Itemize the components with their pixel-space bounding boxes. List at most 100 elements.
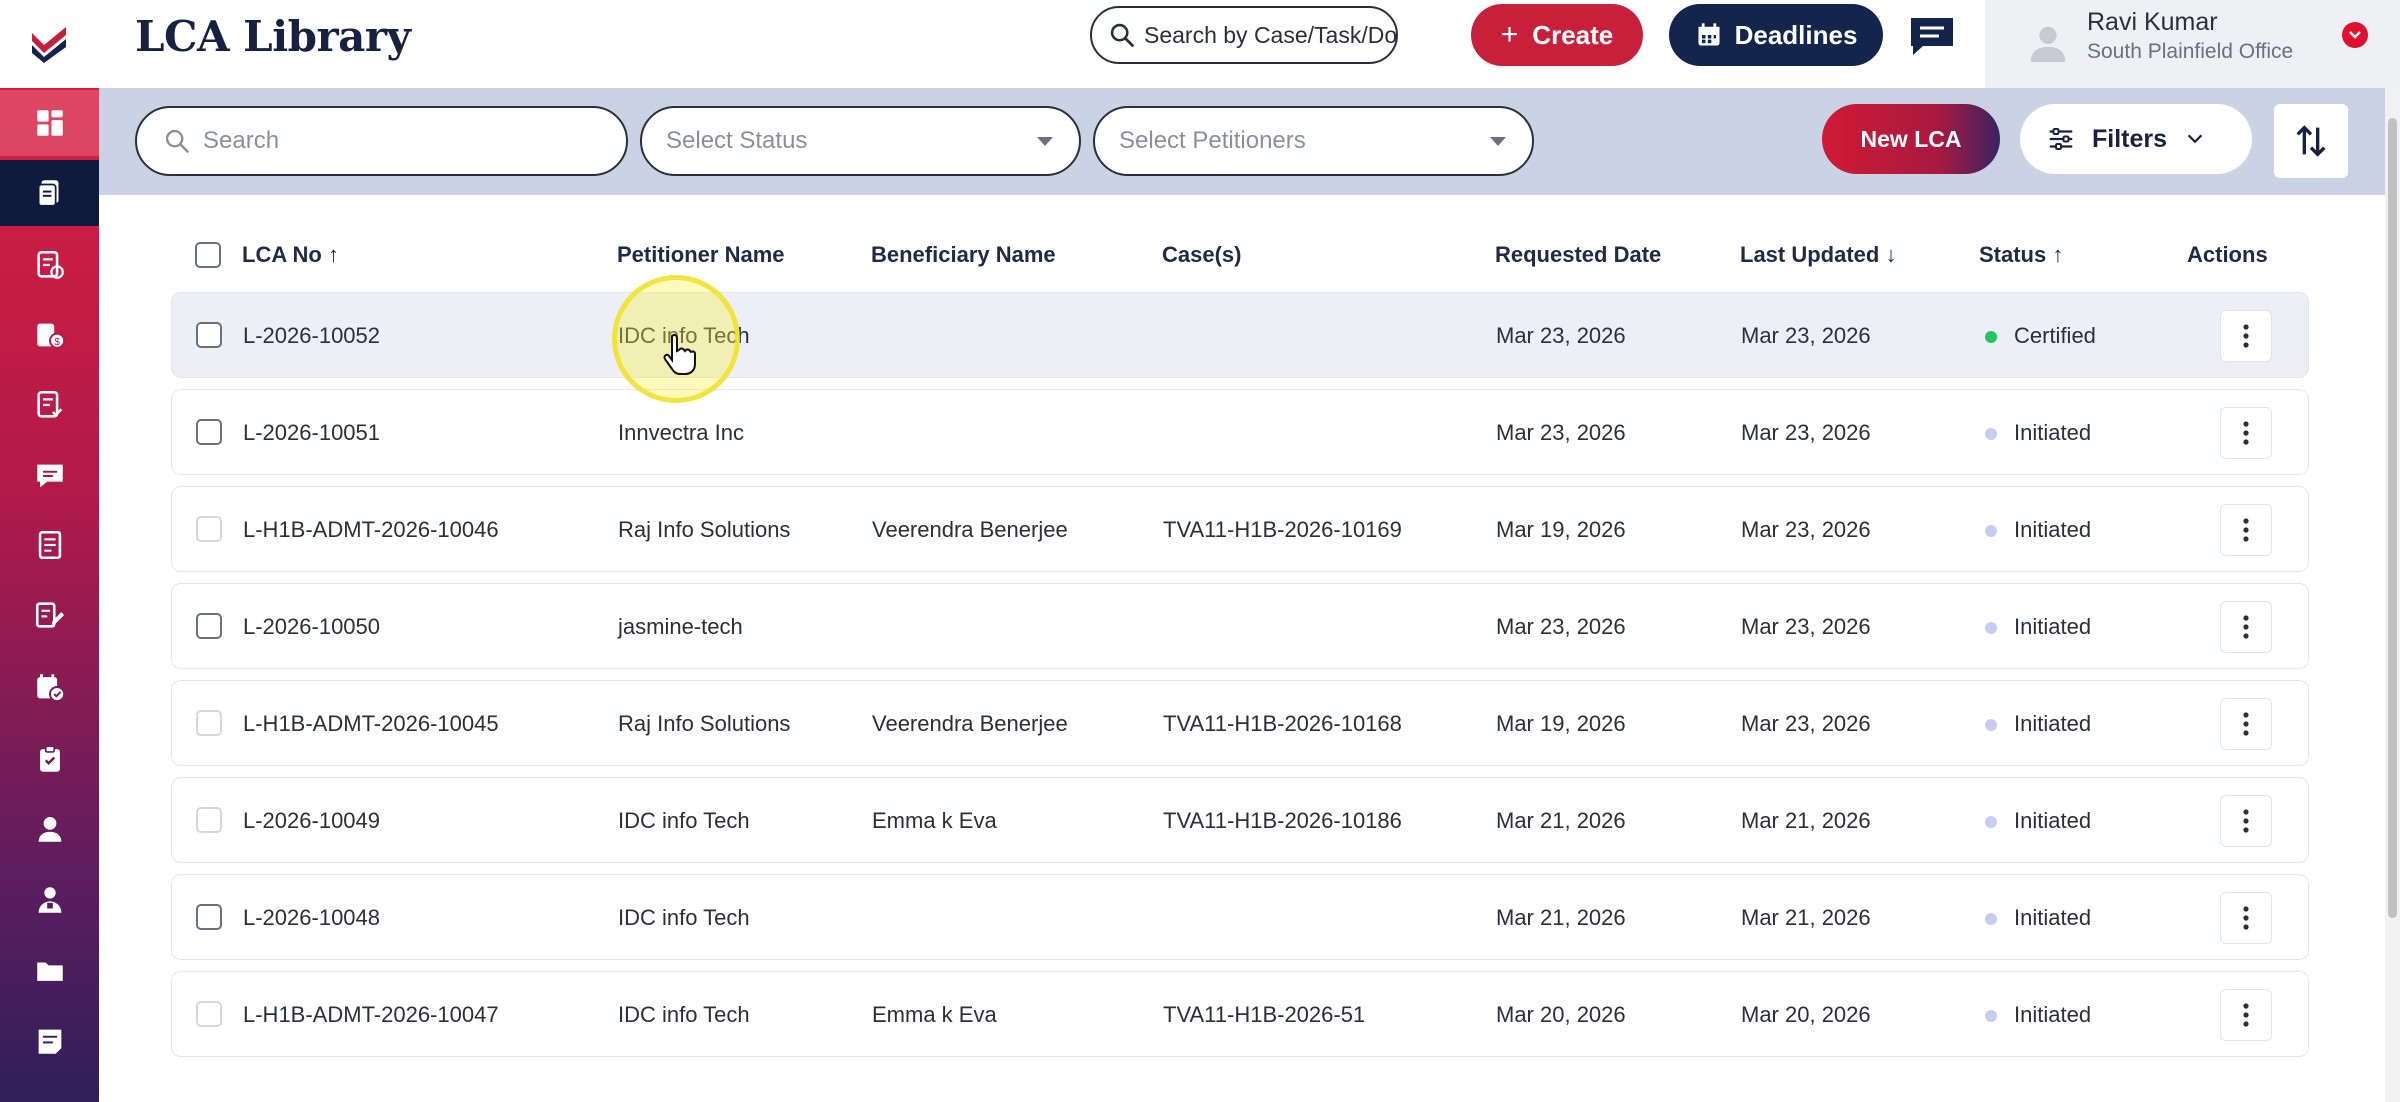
cell-lca-no: L-H1B-ADMT-2026-10045: [243, 711, 499, 736]
row-actions-button[interactable]: [2220, 795, 2272, 847]
cell-status: Initiated: [2014, 905, 2092, 930]
scrollbar-thumb[interactable]: [2388, 118, 2397, 918]
column-header-cases[interactable]: Case(s): [1162, 242, 1241, 268]
table-row[interactable]: L-2026-10051 Innvectra Inc Mar 23, 2026 Mar…: [171, 389, 2309, 475]
sidebar-item-folders[interactable]: [0, 938, 99, 1004]
row-actions-button[interactable]: [2220, 407, 2272, 459]
row-actions-button[interactable]: [2220, 698, 2272, 750]
column-header-petitioner[interactable]: Petitioner Name: [617, 242, 785, 268]
column-header-lca-no[interactable]: LCA No ↑: [242, 242, 339, 268]
column-header-status[interactable]: Status ↑: [1979, 242, 2063, 268]
status-dot: [1985, 428, 1997, 440]
user-icon: [38, 816, 61, 842]
row-checkbox[interactable]: [196, 807, 222, 833]
kebab-menu-icon: [2243, 518, 2249, 542]
cell-lca-no: L-2026-10051: [243, 420, 381, 445]
row-checkbox[interactable]: [196, 516, 222, 542]
cell-lca-no: L-2026-10050: [243, 614, 381, 639]
row-actions-button[interactable]: [2220, 310, 2272, 362]
cell-status: Initiated: [2014, 517, 2092, 542]
sidebar-item-team[interactable]: [0, 867, 99, 933]
row-checkbox[interactable]: [196, 419, 222, 445]
chat-button[interactable]: [1909, 16, 1955, 58]
cell-lca-no: L-2026-10052: [243, 323, 381, 348]
chat-icon: [1911, 18, 1953, 55]
sort-desc-icon: ↓: [1885, 242, 1897, 267]
logo-icon: [31, 27, 66, 63]
table-row[interactable]: L-H1B-ADMT-2026-10046 Raj Info Solutions V…: [171, 486, 2309, 572]
cell-lca-no: L-2026-10048: [243, 905, 381, 930]
cell-petitioner: IDC info Tech: [618, 808, 750, 833]
sidebar-item-edit[interactable]: [0, 582, 99, 648]
row-checkbox[interactable]: [196, 322, 222, 348]
sidebar-item-documents[interactable]: [0, 232, 99, 298]
column-header-last-updated[interactable]: Last Updated ↓: [1740, 242, 1896, 268]
deadlines-button[interactable]: Deadlines: [1669, 4, 1883, 66]
sort-asc-icon: ↑: [2052, 242, 2064, 267]
svg-text:$: $: [54, 337, 60, 348]
team-icon: [38, 887, 61, 913]
cell-requested-date: Mar 23, 2026: [1496, 420, 1626, 445]
cell-beneficiary: Emma k Eva: [872, 808, 997, 833]
row-actions-button[interactable]: [2220, 892, 2272, 944]
messages-icon: [36, 464, 63, 488]
new-lca-button[interactable]: New LCA: [1822, 104, 2000, 174]
kebab-menu-icon: [2243, 906, 2249, 930]
page-scrollbar[interactable]: [2385, 88, 2400, 1102]
sidebar-item-user[interactable]: [0, 796, 99, 862]
column-header-requested-date[interactable]: Requested Date: [1495, 242, 1661, 268]
row-checkbox[interactable]: [196, 613, 222, 639]
cell-last-updated: Mar 23, 2026: [1741, 614, 1871, 639]
cell-petitioner: Raj Info Solutions: [618, 711, 791, 736]
sidebar-item-lca-library[interactable]: [0, 160, 99, 226]
status-select[interactable]: Select Status: [640, 106, 1081, 176]
status-dot: [1985, 719, 1997, 731]
cell-cases: TVA11-H1B-2026-51: [1163, 1002, 1366, 1027]
edit-list-icon: [35, 602, 64, 628]
sidebar-item-notes[interactable]: [0, 1008, 99, 1074]
create-button[interactable]: + Create: [1471, 4, 1643, 66]
column-header-beneficiary[interactable]: Beneficiary Name: [871, 242, 1056, 268]
caret-down-icon: [1490, 137, 1506, 146]
status-select-placeholder: Select Status: [666, 127, 808, 154]
table-row[interactable]: L-H1B-ADMT-2026-10047 IDC info Tech Emma k…: [171, 971, 2309, 1057]
sidebar-item-calendar[interactable]: [0, 654, 99, 720]
status-dot: [1985, 331, 1997, 343]
lca-library-icon: [37, 180, 58, 207]
sort-button[interactable]: [2274, 104, 2348, 178]
document-check-icon: [36, 250, 64, 279]
row-actions-button[interactable]: [2220, 601, 2272, 653]
table-row[interactable]: L-2026-10052 IDC info Tech Mar 23, 2026 Mar…: [171, 292, 2309, 378]
status-dot: [1985, 622, 1997, 634]
user-menu[interactable]: Ravi Kumar South Plainfield Office: [1985, 0, 2400, 88]
sidebar-item-tasks[interactable]: [0, 726, 99, 792]
lca-search-input[interactable]: Search: [135, 106, 628, 176]
cell-petitioner: Raj Info Solutions: [618, 517, 791, 542]
select-all-checkbox[interactable]: [195, 242, 221, 268]
filters-button[interactable]: Filters: [2020, 104, 2252, 174]
user-dropdown-button[interactable]: [2342, 22, 2368, 48]
table-row[interactable]: L-H1B-ADMT-2026-10045 Raj Info Solutions V…: [171, 680, 2309, 766]
user-office: South Plainfield Office: [2087, 40, 2294, 63]
cell-petitioner: jasmine-tech: [618, 614, 743, 639]
sidebar-item-dashboard[interactable]: [0, 90, 99, 156]
table-row[interactable]: L-2026-10049 IDC info Tech Emma k Eva TVA11…: [171, 777, 2309, 863]
row-actions-button[interactable]: [2220, 989, 2272, 1041]
petitioners-select[interactable]: Select Petitioners: [1093, 106, 1534, 176]
table-row[interactable]: L-2026-10050 jasmine-tech Mar 23, 2026 Mar …: [171, 583, 2309, 669]
row-checkbox[interactable]: [196, 1001, 222, 1027]
global-search-input[interactable]: Search by Case/Task/Docu: [1090, 6, 1398, 64]
sidebar-item-ledger[interactable]: [0, 512, 99, 578]
sidebar-item-invoices[interactable]: $: [0, 302, 99, 368]
kebab-menu-icon: [2243, 712, 2249, 736]
row-checkbox[interactable]: [196, 904, 222, 930]
cell-last-updated: Mar 23, 2026: [1741, 323, 1871, 348]
app-logo[interactable]: [0, 0, 99, 88]
row-checkbox[interactable]: [196, 710, 222, 736]
sidebar-item-messages[interactable]: [0, 443, 99, 509]
cell-last-updated: Mar 20, 2026: [1741, 1002, 1871, 1027]
row-actions-button[interactable]: [2220, 504, 2272, 556]
sidebar-item-approvals[interactable]: [0, 372, 99, 438]
table-row[interactable]: L-2026-10048 IDC info Tech Mar 21, 2026 Mar…: [171, 874, 2309, 960]
notes-icon: [38, 1029, 61, 1054]
